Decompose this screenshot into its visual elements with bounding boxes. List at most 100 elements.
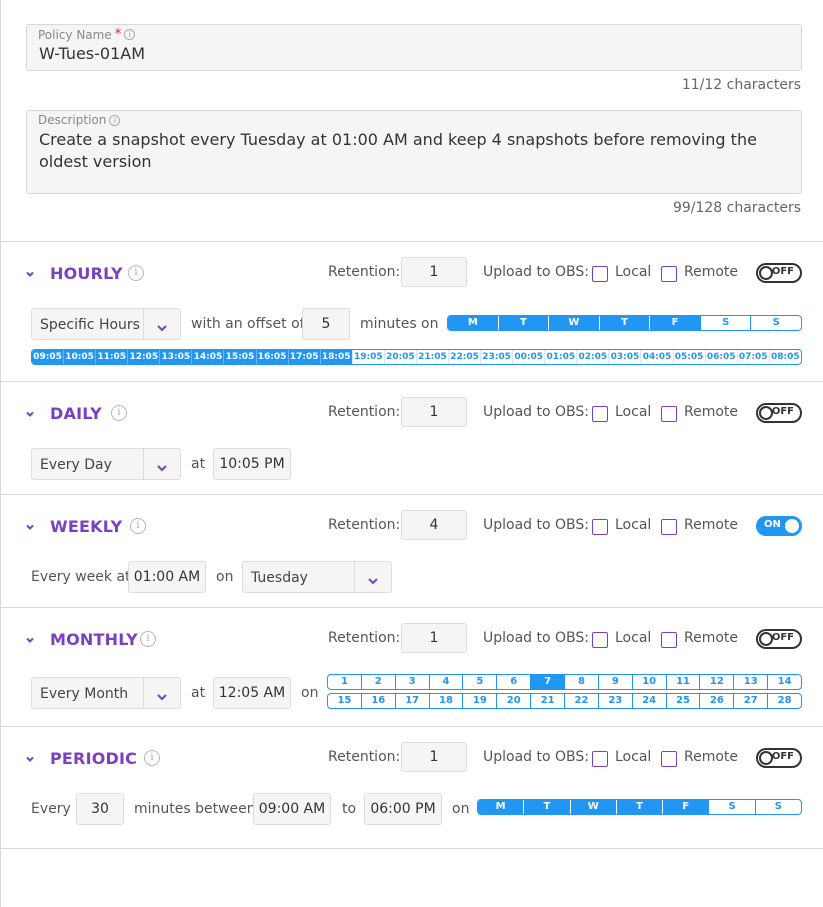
hour-toggle[interactable]: 12:05 [127, 350, 160, 364]
month-day-toggle[interactable]: 14 [767, 675, 801, 689]
hour-toggle[interactable]: 16:05 [255, 350, 288, 364]
chevron-down-icon[interactable] [24, 521, 36, 533]
month-day-toggle[interactable]: 28 [767, 694, 801, 708]
month-day-toggle[interactable]: 12 [699, 675, 733, 689]
month-day-toggle[interactable]: 2 [360, 675, 395, 689]
periodic-toggle[interactable]: OFF [756, 748, 802, 768]
description-input[interactable]: Create a snapshot every Tuesday at 01:00… [39, 129, 784, 173]
end-time-input[interactable]: 06:00 PM [364, 793, 442, 825]
start-time-input[interactable]: 09:00 AM [253, 793, 331, 825]
hour-toggle[interactable]: 21:05 [415, 350, 448, 364]
hour-toggle[interactable]: 08:05 [768, 350, 801, 364]
month-day-toggle[interactable]: 18 [428, 694, 463, 708]
chevron-down-icon[interactable] [24, 634, 36, 646]
day-toggle[interactable]: S [754, 800, 801, 814]
month-day-toggle[interactable]: 6 [496, 675, 530, 689]
hour-toggle[interactable]: 23:05 [480, 350, 512, 364]
retention-input[interactable]: 1 [401, 257, 467, 287]
description-field[interactable]: Description i Create a snapshot every Tu… [26, 110, 802, 194]
retention-input[interactable]: 1 [401, 742, 467, 772]
month-day-toggle[interactable]: 13 [733, 675, 767, 689]
chevron-down-icon[interactable] [24, 268, 36, 280]
hour-toggle[interactable]: 00:05 [512, 350, 544, 364]
info-icon[interactable]: i [144, 750, 160, 766]
month-day-toggle[interactable]: 22 [564, 694, 598, 708]
info-icon[interactable]: i [130, 518, 146, 534]
month-day-toggle[interactable]: 3 [394, 675, 429, 689]
daily-mode-select[interactable]: Every Day [31, 448, 181, 480]
hour-toggle[interactable]: 10:05 [63, 350, 96, 364]
month-day-toggle[interactable]: 9 [597, 675, 632, 689]
month-day-toggle[interactable]: 17 [394, 694, 429, 708]
monthly-time-input[interactable]: 12:05 AM [213, 677, 291, 709]
day-toggle[interactable]: F [662, 800, 709, 814]
day-toggle[interactable]: T [497, 316, 549, 330]
month-day-toggle[interactable]: 15 [328, 694, 361, 708]
hour-toggle[interactable]: 11:05 [95, 350, 128, 364]
remote-checkbox[interactable] [661, 751, 677, 767]
daily-time-input[interactable]: 10:05 PM [213, 448, 291, 480]
hour-toggle[interactable]: 13:05 [159, 350, 192, 364]
remote-checkbox[interactable] [661, 266, 677, 282]
weekly-time-input[interactable]: 01:00 AM [128, 561, 206, 593]
hour-toggle[interactable]: 20:05 [383, 350, 416, 364]
info-icon[interactable]: i [111, 405, 127, 421]
retention-input[interactable]: 4 [401, 510, 467, 540]
day-toggle[interactable]: T [523, 800, 570, 814]
day-toggle[interactable]: S [750, 316, 801, 330]
day-toggle[interactable]: S [699, 316, 751, 330]
hour-toggle[interactable]: 15:05 [223, 350, 256, 364]
remote-checkbox[interactable] [661, 632, 677, 648]
day-toggle[interactable]: S [708, 800, 754, 814]
retention-input[interactable]: 1 [401, 397, 467, 427]
interval-input[interactable]: 30 [76, 793, 124, 825]
month-day-toggle[interactable]: 8 [564, 675, 598, 689]
day-toggle[interactable]: W [548, 316, 599, 330]
local-checkbox[interactable] [592, 751, 608, 767]
local-checkbox[interactable] [592, 519, 608, 535]
day-toggle[interactable]: M [478, 800, 524, 814]
info-icon[interactable]: i [128, 265, 144, 281]
chevron-down-icon[interactable] [24, 753, 36, 765]
weekly-toggle[interactable]: ON [756, 516, 802, 536]
hourly-toggle[interactable]: OFF [756, 263, 802, 283]
remote-checkbox[interactable] [661, 519, 677, 535]
month-day-toggle[interactable]: 4 [428, 675, 463, 689]
day-toggle[interactable]: M [448, 316, 498, 330]
monthly-mode-select[interactable]: Every Month [31, 677, 181, 709]
hourly-mode-select[interactable]: Specific Hours [31, 308, 181, 340]
day-toggle[interactable]: T [598, 316, 650, 330]
month-day-toggle[interactable]: 20 [496, 694, 530, 708]
chevron-down-icon[interactable] [24, 408, 36, 420]
monthly-toggle[interactable]: OFF [756, 629, 802, 649]
policy-name-field[interactable]: Policy Name * i W-Tues-01AM [26, 24, 802, 71]
info-icon[interactable]: i [124, 29, 136, 40]
local-checkbox[interactable] [592, 406, 608, 422]
hour-toggle[interactable]: 07:05 [736, 350, 769, 364]
month-day-toggle[interactable]: 1 [328, 675, 361, 689]
month-day-toggle[interactable]: 5 [462, 675, 496, 689]
hour-toggle[interactable]: 04:05 [640, 350, 672, 364]
month-day-toggle[interactable]: 10 [631, 675, 666, 689]
month-day-toggle[interactable]: 16 [360, 694, 395, 708]
local-checkbox[interactable] [592, 266, 608, 282]
hour-toggle[interactable]: 22:05 [448, 350, 480, 364]
month-day-toggle[interactable]: 25 [665, 694, 700, 708]
hour-toggle[interactable]: 18:05 [319, 350, 352, 364]
hour-toggle[interactable]: 19:05 [351, 350, 384, 364]
hour-toggle[interactable]: 01:05 [544, 350, 576, 364]
day-toggle[interactable]: F [649, 316, 700, 330]
month-day-toggle[interactable]: 27 [733, 694, 767, 708]
remote-checkbox[interactable] [661, 406, 677, 422]
day-toggle[interactable]: W [569, 800, 616, 814]
month-day-toggle[interactable]: 19 [462, 694, 496, 708]
day-toggle[interactable]: T [615, 800, 663, 814]
hour-toggle[interactable]: 17:05 [287, 350, 320, 364]
month-day-toggle[interactable]: 21 [530, 694, 564, 708]
weekly-day-select[interactable]: Tuesday [242, 561, 392, 593]
month-day-toggle[interactable]: 23 [597, 694, 632, 708]
month-day-toggle[interactable]: 26 [699, 694, 733, 708]
month-day-toggle[interactable]: 11 [665, 675, 700, 689]
policy-name-input[interactable]: W-Tues-01AM [39, 44, 145, 63]
month-day-toggle[interactable]: 7 [530, 675, 565, 689]
